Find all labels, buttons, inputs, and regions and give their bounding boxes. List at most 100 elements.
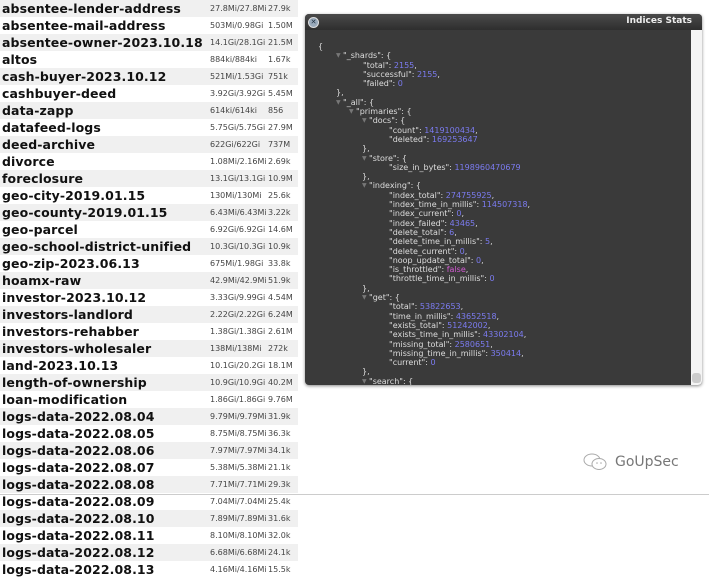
scrollbar-thumb[interactable] [692,373,701,383]
json-line: "total": 53822653, [389,302,464,312]
index-row[interactable]: logs-data-2022.08.06 7.97Mi/7.97Mi 34.1k [0,442,298,459]
index-row[interactable]: geo-city-2019.01.15 130Mi/130Mi 25.6k [0,187,298,204]
index-row[interactable]: geo-school-district-unified 10.3Gi/10.3Gi… [0,238,298,255]
index-row[interactable]: hoamx-raw 42.9Mi/42.9Mi 51.9k [0,272,298,289]
index-row[interactable]: geo-county-2019.01.15 6.43Mi/6.43Mi 3.22k [0,204,298,221]
index-row[interactable]: absentee-lender-address 27.8Mi/27.8Mi 27.9… [0,0,298,17]
index-row[interactable]: cash-buyer-2023.10.12 521Mi/1.53Gi 751k [0,68,298,85]
index-name[interactable]: datafeed-logs [0,120,101,135]
index-row[interactable]: length-of-ownership 10.9Gi/10.9Gi 40.2M [0,374,298,391]
collapse-toggle-icon[interactable]: ▼ [362,293,367,302]
json-line: "is_throttled": false, [389,265,469,275]
index-row[interactable]: logs-data-2022.08.07 5.38Mi/5.38Mi 21.1k [0,459,298,476]
index-name[interactable]: logs-data-2022.08.06 [0,443,155,458]
index-name[interactable]: hoamx-raw [0,273,81,288]
collapse-toggle-icon[interactable]: ▼ [362,116,367,125]
index-name[interactable]: investors-rehabber [0,324,139,339]
collapse-toggle-icon[interactable]: ▼ [336,51,341,60]
index-row[interactable]: geo-parcel 6.92Gi/6.92Gi 14.6M [0,221,298,238]
index-name[interactable]: logs-data-2022.08.10 [0,511,155,526]
index-row[interactable]: absentee-mail-address 503Mi/0.98Gi 1.50M [0,17,298,34]
index-row[interactable]: investors-rehabber 1.38Gi/1.38Gi 2.61M [0,323,298,340]
index-name[interactable]: absentee-lender-address [0,1,181,16]
index-name[interactable]: logs-data-2022.08.13 [0,562,155,577]
index-name[interactable]: logs-data-2022.08.11 [0,528,155,543]
index-size: 614ki/614ki [210,106,257,115]
index-name[interactable]: length-of-ownership [0,375,147,390]
index-row[interactable]: investors-wholesaler 138Mi/138Mi 272k [0,340,298,357]
index-name[interactable]: absentee-owner-2023.10.18 [0,35,203,50]
json-line: ▼ "get": { [362,293,400,303]
index-name[interactable]: foreclosure [0,171,83,186]
index-name[interactable]: divorce [0,154,55,169]
index-row[interactable]: altos 884ki/884ki 1.67k [0,51,298,68]
index-name[interactable]: loan-modification [0,392,127,407]
index-name[interactable]: logs-data-2022.08.05 [0,426,155,441]
index-row[interactable]: logs-data-2022.08.09 7.04Mi/7.04Mi 25.4k [0,493,298,510]
index-row[interactable]: logs-data-2022.08.13 4.16Mi/4.16Mi 15.5k [0,561,298,578]
json-key: primaries [359,107,398,117]
index-name[interactable]: altos [0,52,37,67]
index-name[interactable]: geo-school-district-unified [0,239,191,254]
index-row[interactable]: cashbuyer-deed 3.92Gi/3.92Gi 5.45M [0,85,298,102]
json-line: "missing_total": 2580651, [389,339,493,349]
index-name[interactable]: land-2023.10.13 [0,358,118,373]
collapse-toggle-icon[interactable]: ▼ [362,181,367,190]
index-size: 10.9Gi/10.9Gi [210,378,266,387]
collapse-toggle-icon[interactable]: ▼ [362,377,367,385]
index-name[interactable]: absentee-mail-address [0,18,166,33]
index-name[interactable]: investor-2023.10.12 [0,290,146,305]
collapse-toggle-icon[interactable]: ▼ [336,98,341,107]
index-row[interactable]: logs-data-2022.08.08 7.71Mi/7.71Mi 29.3k [0,476,298,493]
index-name[interactable]: logs-data-2022.08.09 [0,494,155,509]
index-size: 8.10Mi/8.10Mi [210,531,267,540]
index-size: 138Mi/138Mi [210,344,262,353]
json-line: "total": 2155, [363,60,417,70]
index-row[interactable]: divorce 1.08Mi/2.16Mi 2.69k [0,153,298,170]
index-row[interactable]: logs-data-2022.08.04 9.79Mi/9.79Mi 31.9k [0,408,298,425]
index-row[interactable]: datafeed-logs 5.75Gi/5.75Gi 27.9M [0,119,298,136]
index-name[interactable]: cash-buyer-2023.10.12 [0,69,166,84]
dialog-titlebar[interactable]: ✕ Indices Stats [305,14,702,30]
index-name[interactable]: geo-parcel [0,222,78,237]
json-key: exists_total [392,320,439,330]
index-name[interactable]: geo-zip-2023.06.13 [0,256,140,271]
index-name[interactable]: investors-landlord [0,307,133,322]
json-line: "deleted": 169253647 [389,134,478,144]
index-doc-count: 10.9M [268,174,293,183]
collapse-toggle-icon[interactable]: ▼ [349,107,354,116]
index-row[interactable]: logs-data-2022.08.05 8.75Mi/8.75Mi 36.3k [0,425,298,442]
index-size: 7.97Mi/7.97Mi [210,446,267,455]
index-name[interactable]: geo-county-2019.01.15 [0,205,168,220]
index-row[interactable]: foreclosure 13.1Gi/13.1Gi 10.9M [0,170,298,187]
index-row[interactable]: geo-zip-2023.06.13 675Mi/1.98Gi 33.8k [0,255,298,272]
index-row[interactable]: investor-2023.10.12 3.33Gi/9.99Gi 4.54M [0,289,298,306]
index-row[interactable]: loan-modification 1.86Gi/1.86Gi 9.76M [0,391,298,408]
index-row[interactable]: investors-landlord 2.22Gi/2.22Gi 6.24M [0,306,298,323]
index-name[interactable]: geo-city-2019.01.15 [0,188,145,203]
index-size: 622Gi/622Gi [210,140,261,149]
index-name[interactable]: logs-data-2022.08.08 [0,477,155,492]
index-row[interactable]: logs-data-2022.08.12 6.68Mi/6.68Mi 24.1k [0,544,298,561]
index-row[interactable]: data-zapp 614ki/614ki 856 [0,102,298,119]
index-size: 503Mi/0.98Gi [210,21,264,30]
index-row[interactable]: land-2023.10.13 10.1Gi/20.2Gi 18.1M [0,357,298,374]
collapse-toggle-icon[interactable]: ▼ [362,154,367,163]
index-name[interactable]: data-zapp [0,103,74,118]
index-size: 14.1Gi/28.1Gi [210,38,266,47]
index-row[interactable]: deed-archive 622Gi/622Gi 737M [0,136,298,153]
close-icon[interactable]: ✕ [308,17,319,28]
json-line: ▼ "_shards": { [336,51,392,61]
index-name[interactable]: logs-data-2022.08.04 [0,409,155,424]
index-name[interactable]: deed-archive [0,137,95,152]
scrollbar[interactable] [691,30,702,385]
index-size: 521Mi/1.53Gi [210,72,264,81]
index-name[interactable]: investors-wholesaler [0,341,151,356]
index-doc-count: 34.1k [268,446,291,455]
index-name[interactable]: logs-data-2022.08.12 [0,545,155,560]
index-row[interactable]: logs-data-2022.08.11 8.10Mi/8.10Mi 32.0k [0,527,298,544]
index-row[interactable]: logs-data-2022.08.10 7.89Mi/7.89Mi 31.6k [0,510,298,527]
index-row[interactable]: absentee-owner-2023.10.18 14.1Gi/28.1Gi 21… [0,34,298,51]
index-name[interactable]: logs-data-2022.08.07 [0,460,155,475]
index-name[interactable]: cashbuyer-deed [0,86,116,101]
